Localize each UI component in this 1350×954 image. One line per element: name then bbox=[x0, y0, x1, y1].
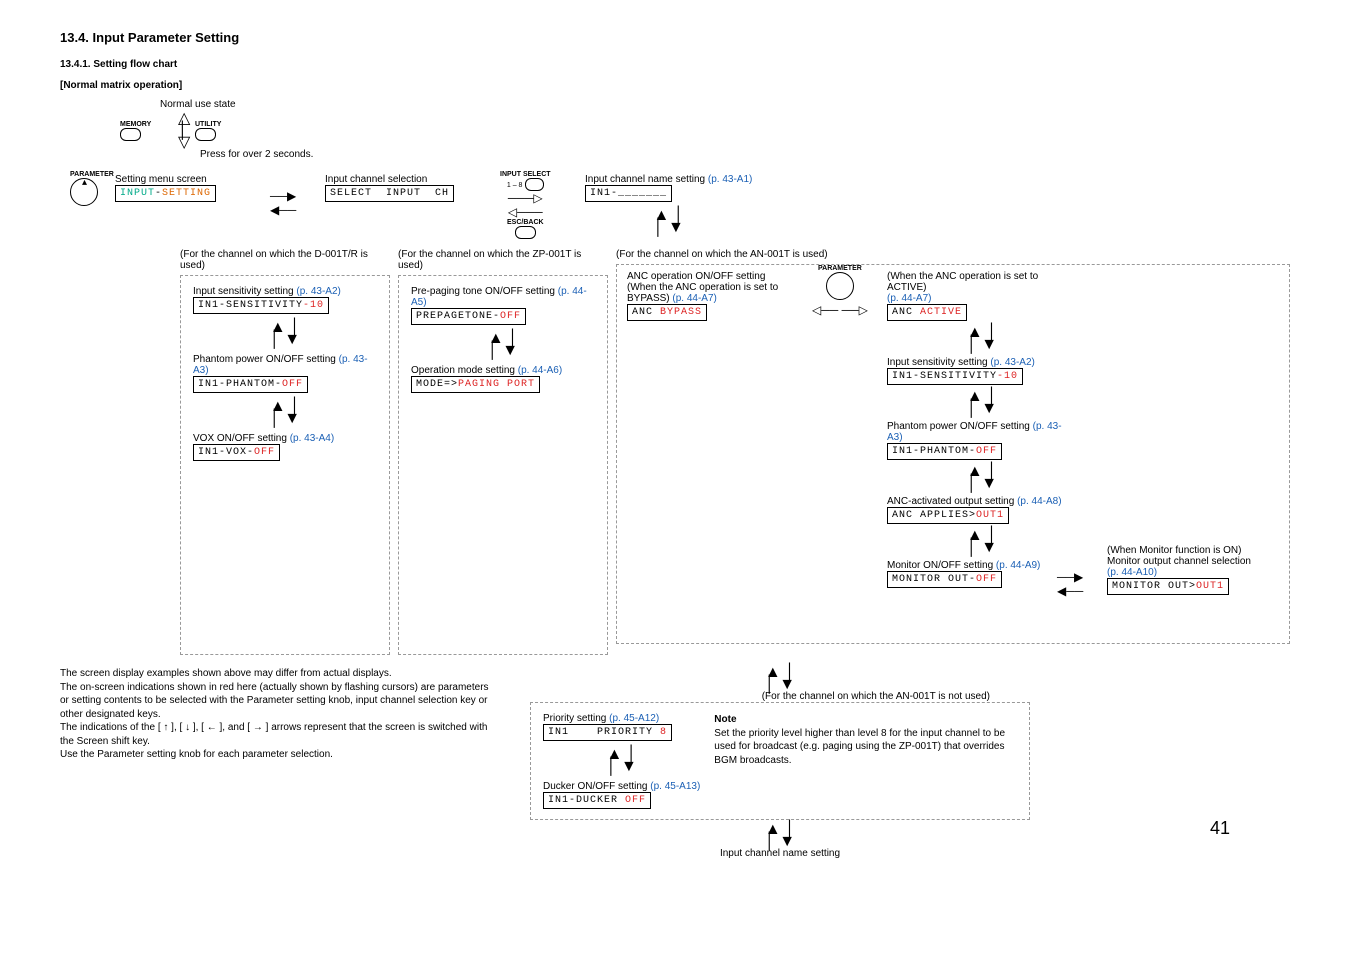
lr-arrow-icon: ◁── ──▷ bbox=[812, 303, 868, 317]
an-anc-out-label: ANC-activated output setting bbox=[887, 496, 1014, 507]
lcd-input-setting: INPUT-SETTING bbox=[115, 185, 216, 202]
prio-label: Priority setting bbox=[543, 713, 606, 724]
ud-arrow-icon: ▲ ││ ▼ bbox=[193, 322, 377, 346]
d-vox-ref[interactable]: (p. 43-A4) bbox=[290, 433, 334, 444]
right-arrow-icon: ──▶◀── bbox=[270, 189, 296, 217]
an-mon-label: Monitor ON/OFF setting bbox=[887, 560, 993, 571]
d-phantom-label: Phantom power ON/OFF setting bbox=[193, 354, 336, 365]
an-parameter-knob[interactable] bbox=[826, 272, 854, 300]
note-body: Set the priority level higher than level… bbox=[714, 728, 1005, 766]
subsection-heading: 13.4.1. Setting flow chart bbox=[60, 59, 1290, 70]
normal-use-state-label: Normal use state bbox=[160, 99, 236, 110]
lcd-ducker: IN1-DUCKER OFF bbox=[543, 792, 651, 809]
parameter-knob[interactable]: ▴ bbox=[70, 178, 98, 206]
an-active-ref[interactable]: (p. 44-A7) bbox=[887, 293, 931, 304]
lcd-anc-active: ANC ACTIVE bbox=[887, 304, 967, 321]
lcd-d-vox: IN1-VOX-OFF bbox=[193, 444, 280, 461]
ducker-ref[interactable]: (p. 45-A13) bbox=[650, 781, 700, 792]
d-vox-label: VOX ON/OFF setting bbox=[193, 433, 287, 444]
ud-arrow-icon: ▲ ││ ▼ bbox=[887, 466, 1077, 490]
zp-mode-label: Operation mode setting bbox=[411, 365, 515, 376]
esc-back-button[interactable] bbox=[515, 226, 536, 239]
lcd-in1-name: IN1-_______ bbox=[585, 185, 672, 202]
d-sens-label: Input sensitivity setting bbox=[193, 286, 294, 297]
ud-arrow-icon: ▲ ││ ▼ bbox=[887, 327, 1077, 351]
lcd-an-sensitivity: IN1-SENSITIVITY-10 bbox=[887, 368, 1023, 385]
an-sens-ref[interactable]: (p. 43-A2) bbox=[990, 357, 1034, 368]
utility-button[interactable] bbox=[195, 128, 216, 141]
lcd-zp-mode: MODE=>PAGING PORT bbox=[411, 376, 540, 393]
lcd-monitor-off: MONITOR OUT-OFF bbox=[887, 571, 1002, 588]
an-anc-op-ref[interactable]: (p. 44-A7) bbox=[672, 293, 716, 304]
footer-note-1: The screen display examples shown above … bbox=[60, 667, 500, 681]
zp-prepage-label: Pre-paging tone ON/OFF setting bbox=[411, 286, 555, 297]
memory-label: MEMORY bbox=[120, 121, 151, 128]
an-mon-sel-ref[interactable]: (p. 44-A10) bbox=[1107, 567, 1277, 578]
an-sens-label: Input sensitivity setting bbox=[887, 357, 988, 368]
lcd-d-sensitivity: IN1-SENSITIVITY-10 bbox=[193, 297, 329, 314]
ud-arrow-icon: ▲ ││ ▼ bbox=[887, 391, 1077, 415]
ducker-label: Ducker ON/OFF setting bbox=[543, 781, 647, 792]
page-number: 41 bbox=[1210, 818, 1230, 839]
channel-name-ref[interactable]: (p. 43-A1) bbox=[708, 174, 752, 185]
note-title: Note bbox=[714, 714, 736, 725]
an-anc-out-ref[interactable]: (p. 44-A8) bbox=[1017, 496, 1061, 507]
group-d-title: (For the channel on which the D-001T/R i… bbox=[180, 249, 390, 271]
footer-note-4: Use the Parameter setting knob for each … bbox=[60, 748, 500, 762]
ud-arrow-icon: ▲ ││ ▼ bbox=[530, 667, 1030, 691]
press-instruction: Press for over 2 seconds. bbox=[200, 149, 313, 160]
lcd-d-phantom: IN1-PHANTOM-OFF bbox=[193, 376, 308, 393]
group-notan-title: (For the channel on which the AN-001T is… bbox=[530, 691, 1030, 702]
ud-arrow-icon: ▲ ││ ▼ bbox=[887, 530, 1077, 554]
input-select-range: 1 – 8 bbox=[507, 179, 544, 190]
lcd-anc-bypass: ANC BYPASS bbox=[627, 304, 707, 321]
parameter-label: PARAMETER bbox=[70, 171, 114, 178]
mode-heading: [Normal matrix operation] bbox=[60, 80, 1290, 91]
lr-arrow-icon: ───▷◁─── bbox=[500, 191, 551, 219]
input-channel-selection-label: Input channel selection bbox=[325, 174, 454, 185]
group-an-title: (For the channel on which the AN-001T is… bbox=[616, 249, 1290, 260]
prio-ref[interactable]: (p. 45-A12) bbox=[609, 713, 659, 724]
utility-label: UTILITY bbox=[195, 121, 221, 128]
an-anc-op-label: ANC operation ON/OFF setting bbox=[627, 271, 817, 282]
an-mon-ref[interactable]: (p. 44-A9) bbox=[996, 560, 1040, 571]
lcd-zp-prepage: PREPAGETONE-OFF bbox=[411, 308, 526, 325]
an-parameter-label: PARAMETER bbox=[812, 265, 868, 272]
memory-button[interactable] bbox=[120, 128, 141, 141]
an-mon-sel-note2: Monitor output channel selection bbox=[1107, 556, 1277, 567]
group-zp-title: (For the channel on which the ZP-001T is… bbox=[398, 249, 608, 271]
lcd-an-phantom: IN1-PHANTOM-OFF bbox=[887, 443, 1002, 460]
zp-mode-ref[interactable]: (p. 44-A6) bbox=[518, 365, 562, 376]
esc-back-label: ESC/BACK bbox=[500, 219, 551, 226]
ud-arrow-icon: ▲ ││ ▼ bbox=[543, 749, 700, 773]
channel-name-setting-label: Input channel name setting bbox=[585, 174, 705, 185]
down-arrow-icon: △│▽ bbox=[178, 113, 190, 149]
an-mon-sel-note1: (When Monitor function is ON) bbox=[1107, 545, 1277, 556]
lcd-select-input-ch: SELECT INPUT CH bbox=[325, 185, 454, 202]
ud-arrow-icon: ▲ ││ ▼ bbox=[193, 401, 377, 425]
lcd-monitor-out1: MONITOR OUT>OUT1 bbox=[1107, 578, 1229, 595]
up-down-arrow-icon: ▲ ││ ▼ bbox=[585, 210, 752, 234]
an-active-note: (When the ANC operation is set to ACTIVE… bbox=[887, 271, 1038, 293]
input-select-button[interactable] bbox=[525, 178, 543, 191]
setting-menu-label: Setting menu screen bbox=[115, 174, 216, 185]
lcd-priority: IN1 PRIORITY 8 bbox=[543, 724, 672, 741]
footer-note-2: The on-screen indications shown in red h… bbox=[60, 681, 500, 722]
ud-arrow-icon: ▲ ││ ▼ bbox=[530, 824, 1030, 848]
ud-arrow-icon: ▲ ││ ▼ bbox=[411, 333, 595, 357]
d-sens-ref[interactable]: (p. 43-A2) bbox=[296, 286, 340, 297]
an-phantom-label: Phantom power ON/OFF setting bbox=[887, 421, 1030, 432]
section-heading: 13.4. Input Parameter Setting bbox=[60, 30, 1290, 45]
input-select-label: INPUT SELECT bbox=[500, 171, 551, 178]
bottom-chname-label: Input channel name setting bbox=[530, 848, 1030, 859]
lcd-anc-applies: ANC APPLIES>OUT1 bbox=[887, 507, 1009, 524]
footer-note-3: The indications of the [ ↑ ], [ ↓ ], [ ←… bbox=[60, 721, 500, 748]
lr-arrow-icon: ──▶◀── bbox=[1057, 570, 1083, 598]
